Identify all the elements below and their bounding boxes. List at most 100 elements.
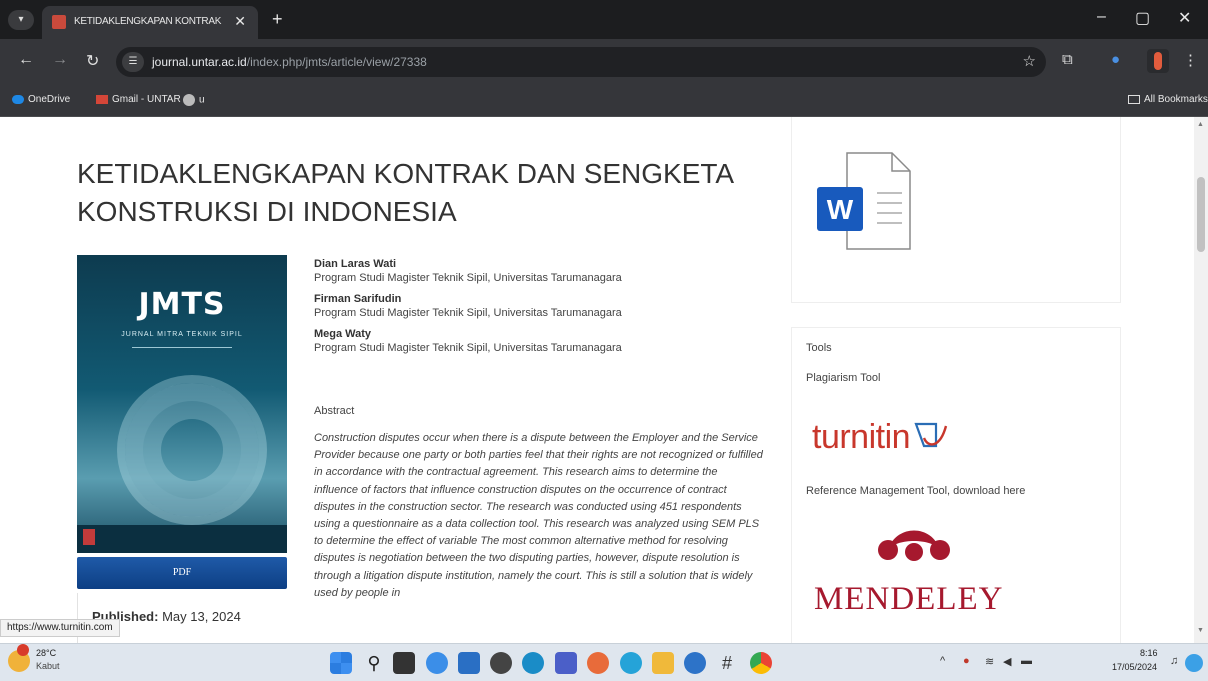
app-icon[interactable] xyxy=(426,652,448,674)
minimize-icon[interactable]: – xyxy=(1097,8,1106,26)
article-title: KETIDAKLENGKAPAN KONTRAK DAN SENGKETA KO… xyxy=(77,158,733,227)
battery-icon[interactable]: ▬ xyxy=(1021,655,1032,667)
new-tab-icon[interactable]: + xyxy=(272,9,283,30)
window-close-icon[interactable]: ✕ xyxy=(1178,8,1191,28)
folder-icon[interactable] xyxy=(652,652,674,674)
globe-icon xyxy=(183,94,195,106)
folder-icon xyxy=(1128,94,1140,104)
scroll-up-icon[interactable]: ▲ xyxy=(1197,121,1204,128)
weather-alert-icon xyxy=(17,644,29,656)
browser-tab[interactable]: KETIDAKLENGKAPAN KONTRAK ✕ xyxy=(42,6,258,39)
copilot-icon[interactable] xyxy=(1185,654,1203,672)
app-icon[interactable] xyxy=(490,652,512,674)
browser-toolbar: ← → ↻ ☰ journal.untar.ac.id/index.php/jm… xyxy=(0,39,1208,86)
author-list: Dian Laras Wati Program Studi Magister T… xyxy=(314,257,754,362)
taskbar: 28°C Kabut ⚲ # ^ ● ≋ ◀ ▬ 8:16 17/05/2024… xyxy=(0,643,1208,681)
close-icon[interactable]: ✕ xyxy=(234,13,246,30)
reload-icon[interactable]: ↻ xyxy=(86,51,99,71)
start-icon[interactable] xyxy=(330,652,352,674)
cover-footer xyxy=(77,525,287,553)
search-icon[interactable]: ⚲ xyxy=(363,652,385,674)
mail-icon[interactable] xyxy=(458,652,480,674)
clock-date[interactable]: 17/05/2024 xyxy=(1112,662,1157,672)
published-date: May 13, 2024 xyxy=(162,609,241,624)
author-affiliation: Program Studi Magister Teknik Sipil, Uni… xyxy=(314,342,622,354)
turnitin-text: turnitin xyxy=(812,418,911,456)
chrome-icon[interactable] xyxy=(750,652,772,674)
word-letter: W xyxy=(827,194,854,225)
app-icon[interactable] xyxy=(555,652,577,674)
template-download-card: W xyxy=(791,117,1121,303)
app-icon[interactable]: # xyxy=(716,652,738,674)
scroll-down-icon[interactable]: ▼ xyxy=(1197,627,1204,634)
gmail-icon xyxy=(96,94,108,104)
bookmark-gmail[interactable]: Gmail - UNTAR xyxy=(96,94,181,105)
app-icon[interactable] xyxy=(587,652,609,674)
tools-heading: Tools xyxy=(806,342,832,354)
app-icon[interactable] xyxy=(684,652,706,674)
abstract-heading: Abstract xyxy=(314,405,355,417)
back-icon[interactable]: ← xyxy=(18,51,34,69)
weather-description: Kabut xyxy=(36,661,60,671)
link-status-bar: https://www.turnitin.com xyxy=(0,619,120,637)
author-item: Mega Waty Program Studi Magister Teknik … xyxy=(314,327,754,356)
university-logo-icon xyxy=(83,529,95,545)
menu-kebab-icon[interactable]: ⋮ xyxy=(1183,51,1198,69)
profile-extension-icon[interactable]: ● xyxy=(1111,51,1120,68)
author-name: Mega Waty xyxy=(314,328,372,340)
word-document-icon[interactable]: W xyxy=(817,151,912,251)
app-icon[interactable] xyxy=(620,652,642,674)
maximize-icon[interactable]: ▢ xyxy=(1135,8,1150,28)
tray-app-icon[interactable]: ● xyxy=(963,655,970,667)
extensions-icon[interactable]: ⧉ xyxy=(1062,51,1073,68)
plagiarism-label: Plagiarism Tool xyxy=(806,372,881,384)
turnitin-mark-icon xyxy=(914,422,948,448)
bookmark-onedrive[interactable]: OneDrive xyxy=(12,94,70,105)
address-bar[interactable]: ☰ journal.untar.ac.id/index.php/jmts/art… xyxy=(116,47,1046,77)
tab-search-button[interactable]: ▾ xyxy=(8,10,34,30)
bookmark-star-icon[interactable]: ☆ xyxy=(1023,52,1036,70)
author-item: Firman Sarifudin Program Studi Magister … xyxy=(314,292,754,321)
notification-bell-icon[interactable]: ♫ xyxy=(1170,655,1178,667)
forward-icon[interactable]: → xyxy=(52,51,68,69)
bookmarks-bar: OneDrive Gmail - UNTAR u All Bookmarks xyxy=(0,86,1208,117)
url-text[interactable]: journal.untar.ac.id/index.php/jmts/artic… xyxy=(152,55,427,69)
url-path: /index.php/jmts/article/view/27338 xyxy=(246,55,427,69)
author-item: Dian Laras Wati Program Studi Magister T… xyxy=(314,257,754,286)
avatar[interactable] xyxy=(1147,49,1169,73)
task-view-icon[interactable] xyxy=(393,652,415,674)
mendeley-icon[interactable] xyxy=(874,520,954,570)
page-content: KETIDAKLENGKAPAN KONTRAK DAN SENGKETA KO… xyxy=(0,117,1194,643)
clock-time[interactable]: 8:16 xyxy=(1140,648,1158,658)
abstract-text: Construction disputes occur when there i… xyxy=(314,432,763,599)
bookmark-u[interactable]: u xyxy=(183,94,205,106)
cloud-icon xyxy=(12,94,24,104)
reference-tool-label[interactable]: Reference Management Tool, download here xyxy=(806,485,1025,497)
url-host: journal.untar.ac.id xyxy=(152,55,247,69)
wave-graphic xyxy=(117,375,267,525)
scroll-thumb[interactable] xyxy=(1197,177,1205,252)
journal-cover[interactable]: JMTS JURNAL MITRA TEKNIK SIPIL xyxy=(77,255,287,553)
author-affiliation: Program Studi Magister Teknik Sipil, Uni… xyxy=(314,307,622,319)
author-affiliation: Program Studi Magister Teknik Sipil, Uni… xyxy=(314,272,622,284)
weather-temperature: 28°C xyxy=(36,648,57,658)
tab-strip: ▾ KETIDAKLENGKAPAN KONTRAK ✕ + – ▢ ✕ xyxy=(0,0,1208,39)
author-name: Dian Laras Wati xyxy=(314,258,397,270)
edge-icon[interactable] xyxy=(522,652,544,674)
wifi-icon[interactable]: ≋ xyxy=(985,655,994,668)
author-name: Firman Sarifudin xyxy=(314,293,402,305)
cover-divider xyxy=(132,347,232,355)
mendeley-wordmark[interactable]: MENDELEY xyxy=(814,581,1003,618)
volume-icon[interactable]: ◀ xyxy=(1003,655,1011,668)
site-favicon-icon xyxy=(52,15,66,29)
chevron-up-icon[interactable]: ^ xyxy=(940,655,945,667)
all-bookmarks[interactable]: All Bookmarks xyxy=(1128,94,1208,105)
tab-title: KETIDAKLENGKAPAN KONTRAK xyxy=(74,16,222,27)
tools-card: Tools Plagiarism Tool turnitin Reference… xyxy=(791,327,1121,643)
page-scrollbar[interactable]: ▲ ▼ xyxy=(1194,117,1208,643)
turnitin-logo[interactable]: turnitin xyxy=(812,416,950,457)
cover-title: JMTS xyxy=(138,287,226,322)
site-info-icon[interactable]: ☰ xyxy=(122,52,144,72)
cover-subtitle: JURNAL MITRA TEKNIK SIPIL xyxy=(121,331,243,338)
pdf-download-button[interactable]: PDF xyxy=(77,557,287,589)
